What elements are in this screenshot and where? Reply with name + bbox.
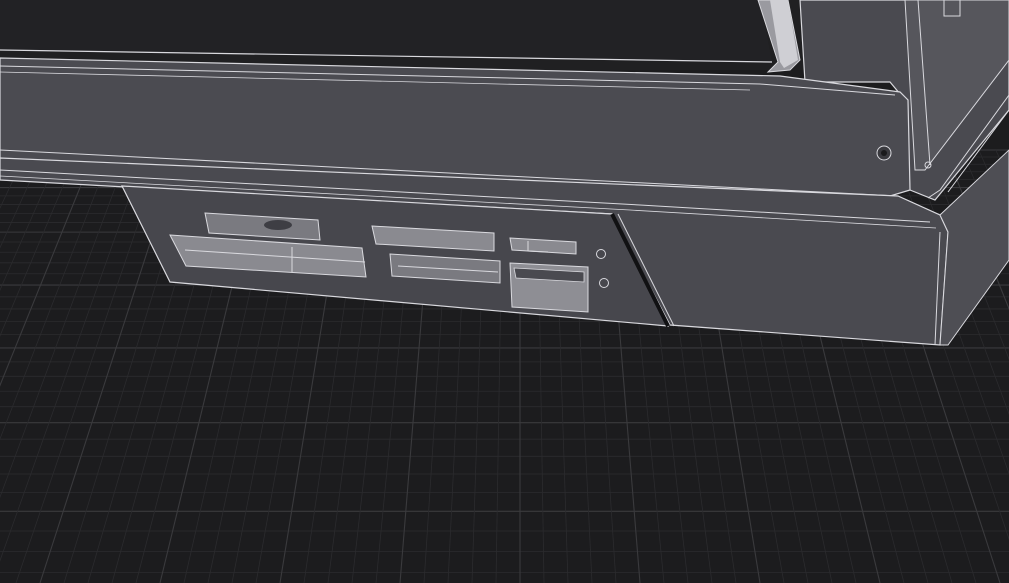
led-indicator-top [596,249,606,259]
cad-scene[interactable] [0,0,1009,583]
usb-port[interactable] [509,262,589,313]
led-indicator-bottom [599,278,609,288]
cad-viewport[interactable] [0,0,1009,583]
